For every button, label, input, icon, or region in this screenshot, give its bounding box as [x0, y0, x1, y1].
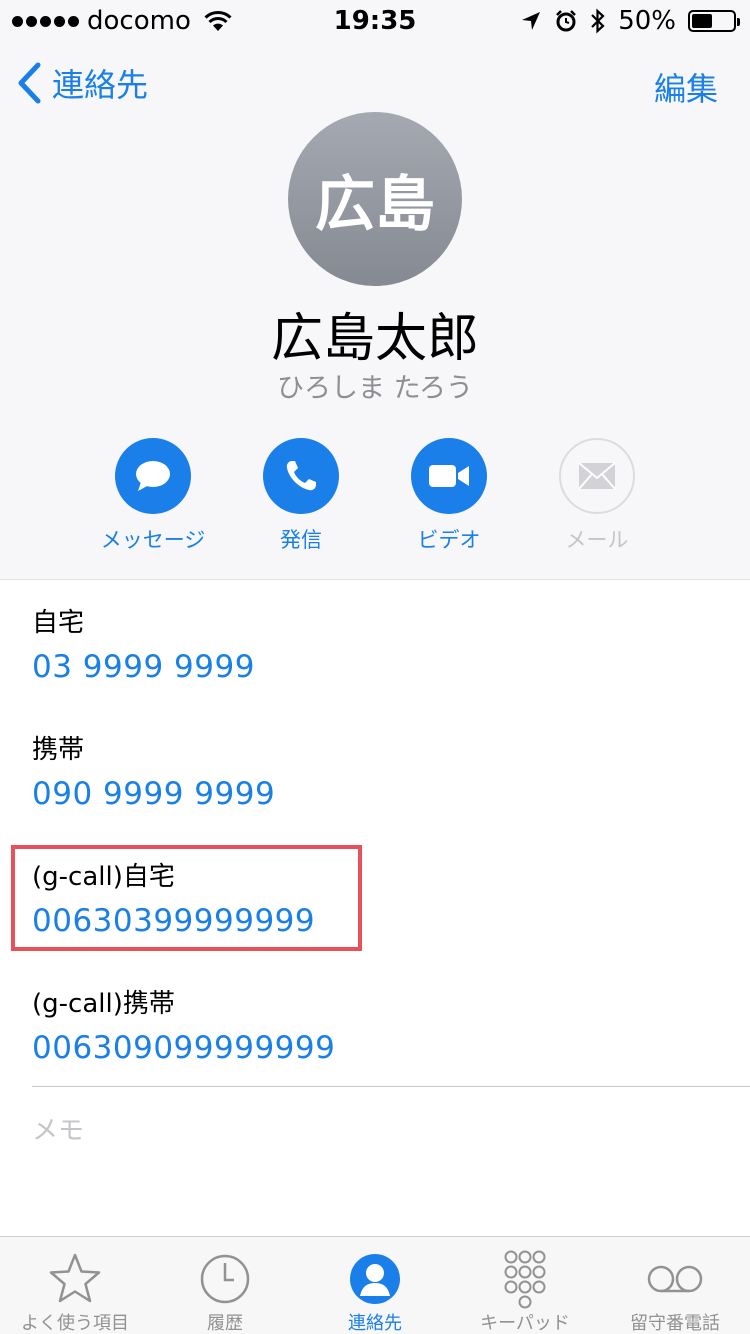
chevron-left-icon: [18, 62, 41, 104]
bluetooth-icon: [591, 8, 605, 34]
mail-icon: [578, 462, 616, 490]
phone-icon: [286, 461, 316, 491]
phone-number-link[interactable]: 006309099999999: [32, 1030, 732, 1066]
video-button[interactable]: ビデオ: [374, 438, 524, 554]
tab-label: キーパッド: [480, 1313, 570, 1334]
video-button-label: ビデオ: [417, 528, 481, 552]
phone-entry-gcall-mobile: (g-call)携帯 006309099999999: [32, 983, 732, 1066]
voicemail-icon: [647, 1265, 703, 1293]
phone-number-link[interactable]: 03 9999 9999: [32, 649, 732, 685]
tab-voicemail[interactable]: 留守番電話: [600, 1237, 750, 1334]
tab-label: 履歴: [207, 1313, 243, 1334]
entry-label: 携帯: [32, 735, 85, 765]
clock-icon: [200, 1254, 250, 1304]
message-button[interactable]: メッセージ: [78, 438, 228, 554]
star-icon: [49, 1253, 101, 1303]
tab-recents[interactable]: 履歴: [150, 1237, 300, 1334]
memo-field[interactable]: メモ: [32, 1110, 84, 1147]
avatar-initials: 広島: [315, 169, 435, 240]
contact-header: docomo 19:35 50% 連絡先 編集 広島 広島太郎 ひろしま たろう…: [0, 0, 750, 580]
keypad-icon: [504, 1250, 546, 1309]
tab-keypad[interactable]: キーパッド: [450, 1237, 600, 1334]
phone-entry-mobile: 携帯 090 9999 9999: [32, 729, 732, 812]
video-icon: [429, 465, 469, 487]
back-button[interactable]: 連絡先: [16, 60, 148, 106]
message-button-circle: [115, 438, 191, 514]
phone-entry-home: 自宅 03 9999 9999: [32, 602, 732, 685]
tab-label: 留守番電話: [630, 1313, 720, 1334]
phone-number-link[interactable]: 090 9999 9999: [32, 776, 732, 812]
location-arrow-icon: [522, 12, 541, 30]
entry-label: (g-call)携帯: [32, 989, 175, 1019]
back-button-label: 連絡先: [52, 66, 149, 104]
tab-contacts[interactable]: 連絡先: [300, 1237, 450, 1334]
status-bar: docomo 19:35 50%: [0, 0, 750, 40]
contacts-icon: [350, 1254, 400, 1304]
contact-kana: ひろしま たろう: [277, 373, 473, 404]
contact-name: 広島太郎: [270, 309, 479, 369]
battery-fill: [692, 14, 712, 28]
battery-icon: [688, 10, 740, 32]
tab-label: 連絡先: [348, 1313, 402, 1334]
mail-button-circle: [559, 438, 635, 514]
battery-tip: [737, 18, 740, 26]
battery-percentage: 50%: [618, 6, 676, 36]
message-icon: [136, 461, 170, 491]
divider: [32, 1086, 750, 1087]
call-button-label: 発信: [280, 528, 322, 552]
tab-bar: よく使う項目 履歴 連絡先 キーパッド 留守番電話: [0, 1236, 750, 1334]
avatar: 広島: [288, 112, 462, 286]
alarm-icon: [556, 10, 577, 32]
tab-favorites[interactable]: よく使う項目: [0, 1237, 150, 1334]
message-button-label: メッセージ: [100, 528, 206, 552]
highlight-box: [11, 845, 362, 951]
tab-label: よく使う項目: [21, 1313, 129, 1334]
edit-button[interactable]: 編集: [654, 64, 718, 110]
mail-button: メール: [522, 438, 672, 554]
video-button-circle: [411, 438, 487, 514]
call-button-circle: [263, 438, 339, 514]
mail-button-label: メール: [565, 528, 629, 552]
call-button[interactable]: 発信: [226, 438, 376, 554]
entry-label: 自宅: [32, 608, 85, 638]
status-right: 50%: [520, 6, 740, 36]
action-buttons: メッセージ 発信 ビデオ メール: [0, 438, 750, 558]
